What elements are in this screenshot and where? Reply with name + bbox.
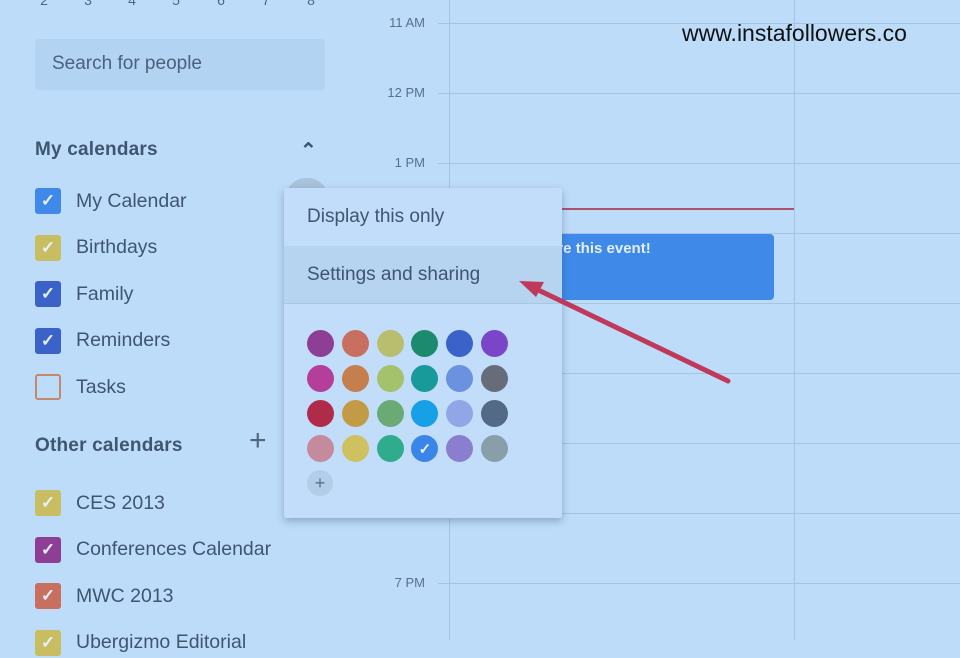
arrow-shaft [529,284,731,384]
watermark: www.instafollowers.co [682,20,907,46]
arrow-head [519,281,544,297]
annotation-arrow [519,281,731,384]
